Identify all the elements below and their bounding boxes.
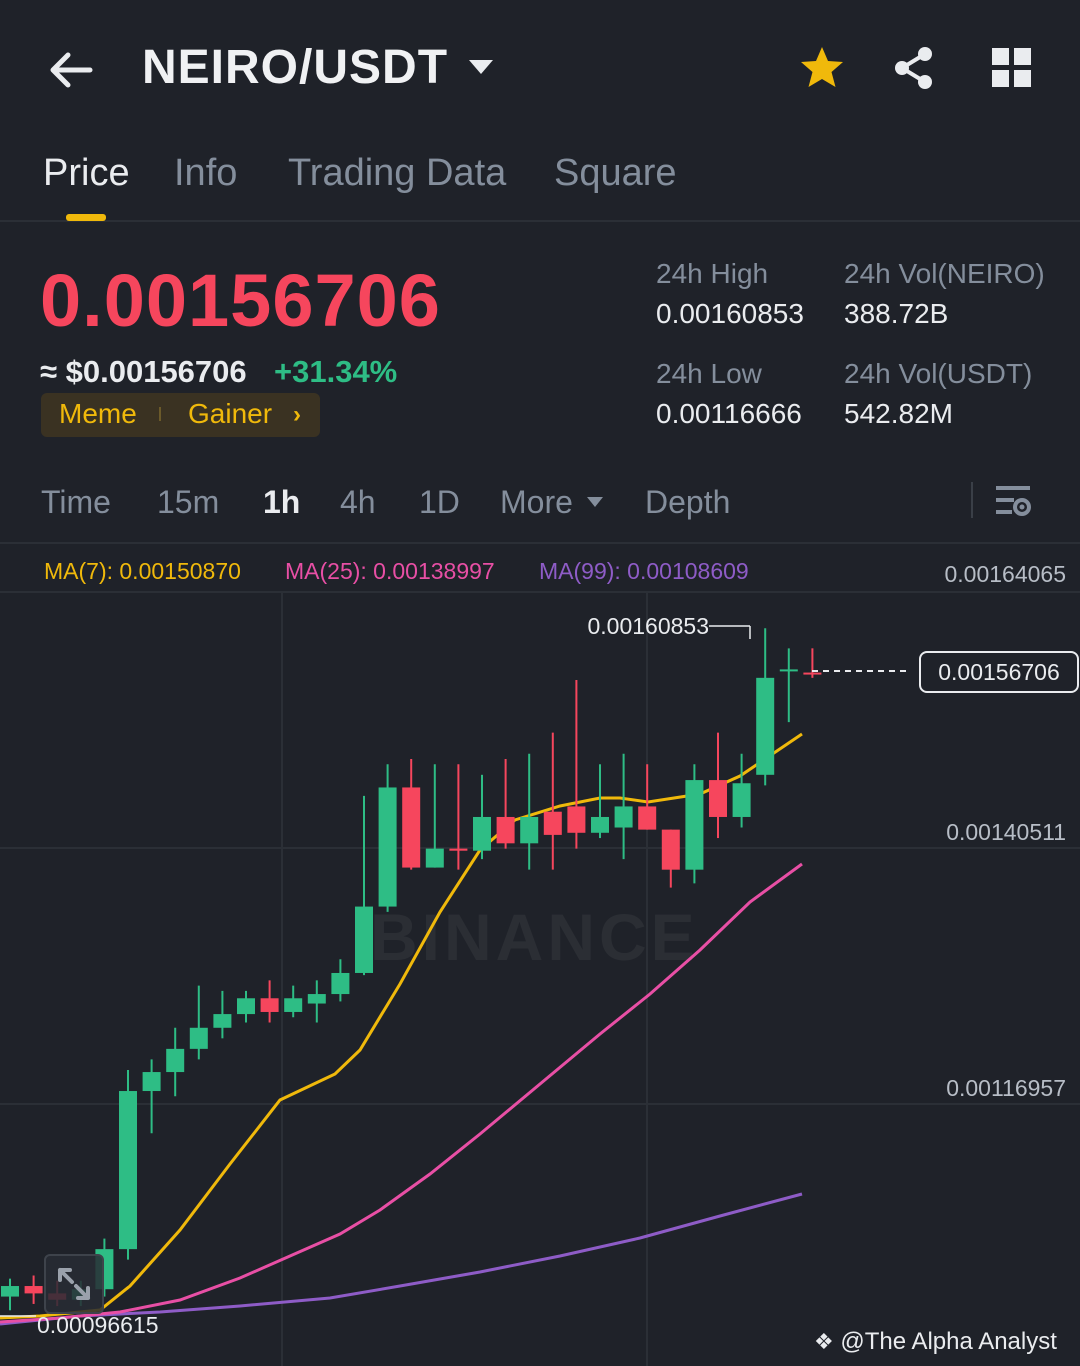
axis-label: 0.00164065 — [944, 561, 1066, 587]
caret-down-icon[interactable] — [586, 496, 604, 508]
candle-body — [284, 998, 303, 1012]
price-change-percent: +31.34% — [274, 354, 398, 389]
candle-body — [378, 787, 397, 907]
candle-body — [591, 816, 609, 833]
high-price-label: 0.00160853 — [587, 613, 709, 639]
candles-group — [1, 628, 822, 1311]
candle-body — [709, 780, 727, 817]
category-tags[interactable]: Meme Gainer › — [41, 393, 320, 437]
interval-1h[interactable]: 1h — [263, 484, 300, 521]
interval-4h[interactable]: 4h — [340, 484, 376, 521]
vol-base-label: 24h Vol(NEIRO) — [844, 258, 1045, 289]
diamond-logo-icon: ❖ — [814, 1329, 834, 1354]
tab-info[interactable]: Info — [174, 152, 237, 195]
axis-label: 0.00116957 — [946, 1075, 1066, 1101]
expand-icon — [58, 1268, 90, 1300]
candle-body — [142, 1072, 161, 1092]
current-price-label: 0.00156706 — [938, 659, 1060, 685]
tab-square[interactable]: Square — [554, 152, 677, 195]
low-label: 24h Low — [656, 358, 762, 389]
candle-body — [779, 669, 798, 672]
candle-body — [685, 780, 704, 870]
caret-down-icon[interactable] — [466, 56, 496, 80]
high-value: 0.00160853 — [656, 298, 804, 329]
share-icon[interactable] — [890, 44, 938, 92]
star-icon[interactable] — [798, 44, 846, 92]
vol-quote-value: 542.82M — [844, 398, 953, 429]
candle-body — [260, 998, 279, 1012]
interval-time[interactable]: Time — [41, 484, 111, 521]
low-value: 0.00116666 — [656, 398, 802, 429]
grid-icon[interactable] — [988, 44, 1036, 92]
candle-body — [756, 677, 775, 775]
last-price: 0.00156706 — [40, 259, 441, 342]
candle-body — [803, 672, 822, 675]
interval-more[interactable]: More — [500, 484, 573, 521]
candle-body — [24, 1286, 43, 1294]
chart-canvas: 0.00164065 0.00140511 0.00116957 0.00156… — [0, 561, 1080, 1366]
tag-divider — [159, 407, 161, 421]
kline-chart[interactable]: MA(7): 0.00150870 MA(25): 0.00138997 MA(… — [0, 542, 1080, 1366]
candle-body — [567, 806, 586, 833]
candle-body — [331, 972, 350, 995]
candle-body — [520, 816, 539, 844]
tag-gainer[interactable]: Gainer — [188, 398, 272, 430]
candle-body — [732, 783, 751, 817]
candle-body — [449, 848, 468, 851]
candle-body — [638, 806, 657, 830]
active-tab-indicator — [66, 214, 106, 221]
candle-body — [166, 1048, 185, 1073]
candle-body — [119, 1091, 137, 1250]
vol-quote-label: 24h Vol(USDT) — [844, 358, 1033, 389]
header-bar: NEIRO/USDT — [0, 0, 1080, 140]
interval-depth[interactable]: Depth — [645, 484, 730, 521]
candle-body — [543, 811, 562, 835]
interval-15m[interactable]: 15m — [157, 484, 219, 521]
fiat-price: ≈ $0.00156706 — [40, 354, 247, 389]
axis-label: 0.00140511 — [946, 819, 1066, 845]
vol-base-value: 388.72B — [844, 298, 949, 329]
candle-body — [237, 998, 255, 1015]
candle-body — [496, 816, 515, 844]
pair-title[interactable]: NEIRO/USDT — [142, 40, 448, 95]
tab-trading-data[interactable]: Trading Data — [288, 152, 506, 195]
fullscreen-button[interactable] — [44, 1254, 104, 1314]
tab-price[interactable]: Price — [43, 152, 130, 195]
tag-meme[interactable]: Meme — [59, 398, 137, 430]
candle-body — [473, 816, 491, 851]
tab-bar: Price Info Trading Data Square — [0, 140, 1080, 222]
credit-text: @The Alpha Analyst — [840, 1328, 1057, 1355]
candle-body — [1, 1286, 19, 1297]
candle-body — [213, 1014, 232, 1028]
interval-1d[interactable]: 1D — [419, 484, 460, 521]
candle-body — [355, 906, 373, 973]
candle-body — [425, 848, 444, 868]
candle-body — [614, 806, 633, 828]
credit-watermark: ❖ @The Alpha Analyst — [814, 1328, 1057, 1356]
candle-body — [189, 1027, 208, 1049]
candle-body — [402, 787, 421, 868]
candle-body — [307, 994, 326, 1004]
bar-divider — [971, 482, 973, 518]
candle-body — [661, 829, 680, 870]
interval-bar: Time 15m 1h 4h 1D More Depth — [0, 470, 1080, 540]
chevron-right-icon[interactable]: › — [293, 401, 301, 429]
chart-settings-icon[interactable] — [994, 482, 1032, 520]
back-arrow-icon[interactable] — [44, 44, 96, 96]
high-label: 24h High — [656, 258, 769, 289]
